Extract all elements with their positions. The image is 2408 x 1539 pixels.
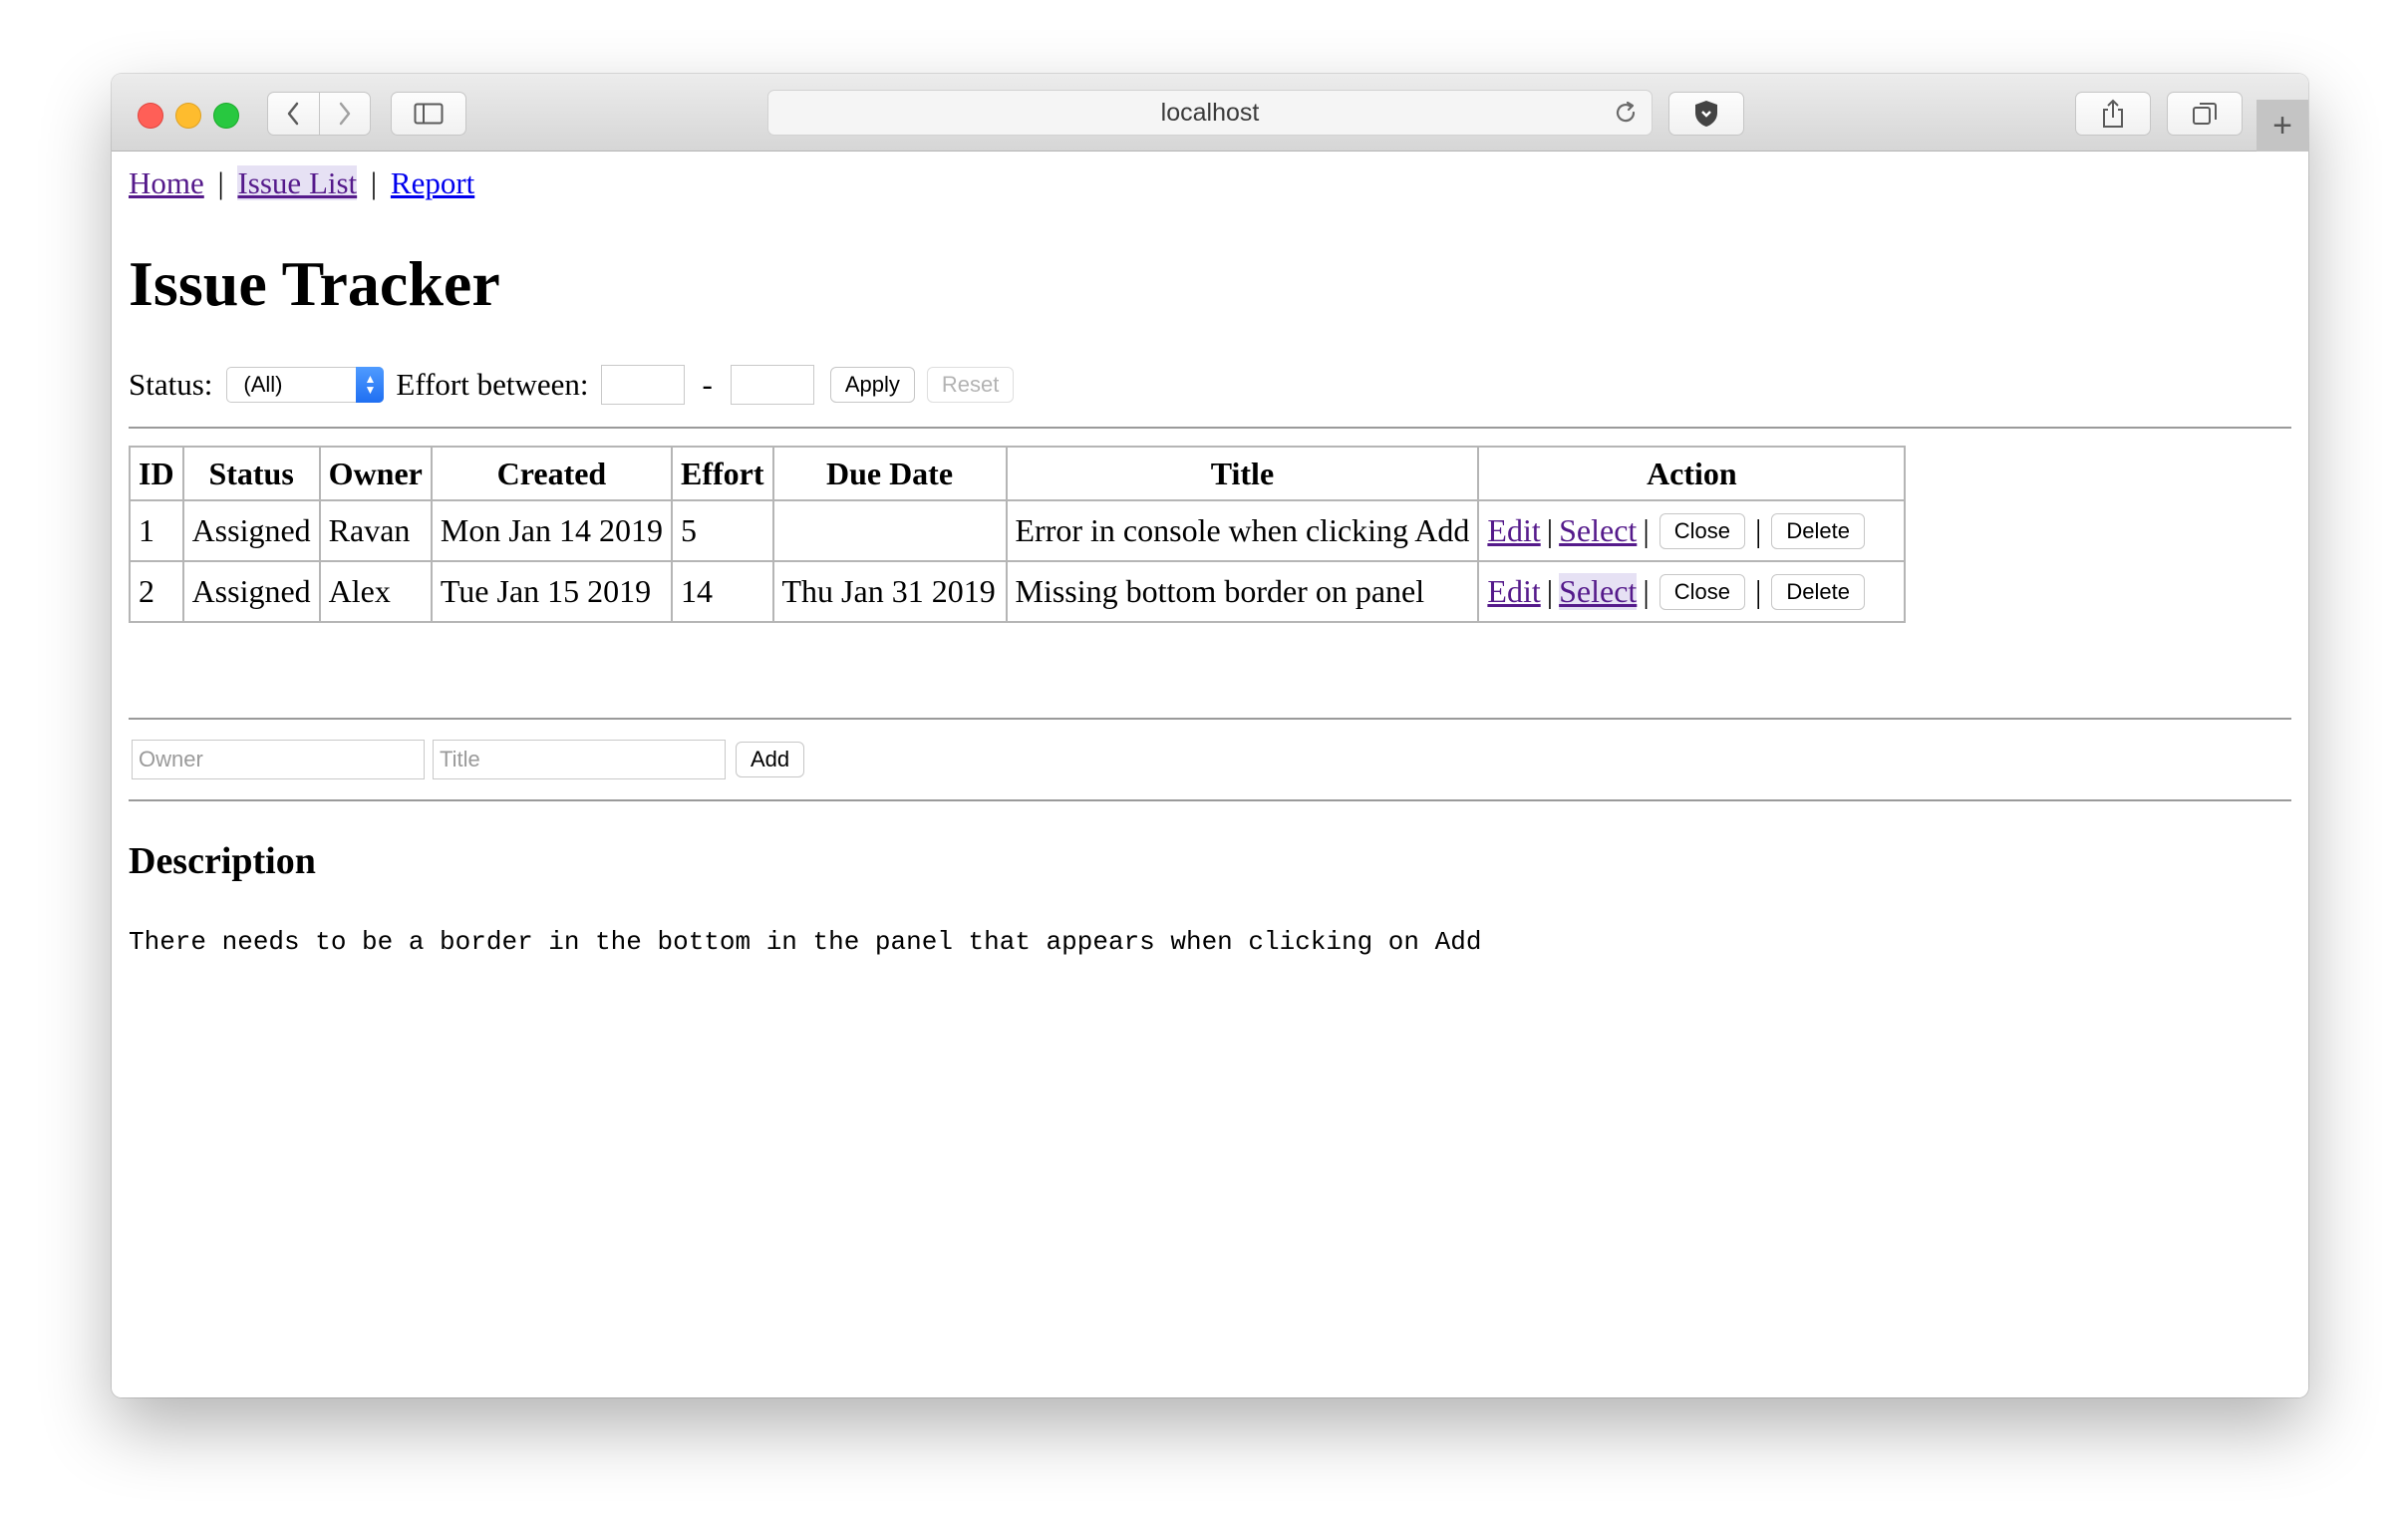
reload-icon	[1616, 101, 1636, 123]
zoom-window-button[interactable]	[213, 103, 239, 129]
forward-button[interactable]	[319, 93, 370, 135]
issue-table: ID Status Owner Created Effort Due Date …	[129, 446, 1907, 623]
chevron-left-icon	[288, 102, 299, 126]
action-separator: |	[1754, 512, 1762, 548]
browser-toolbar: localhost +	[112, 74, 2308, 152]
issue-filter: Status: (All) ▲ ▼ Effort between: - Apply…	[129, 361, 1015, 409]
action-separator: |	[1643, 573, 1650, 609]
description-text: There needs to be a border in the bottom…	[129, 927, 1482, 957]
column-header: Owner	[318, 446, 433, 501]
cell-due-date: Thu Jan 31 2019	[771, 560, 1008, 623]
back-button[interactable]	[268, 93, 319, 135]
add-button[interactable]: Add	[736, 742, 805, 777]
cell-actions: Edit | Select | Close | Delete	[1477, 499, 1907, 562]
nav-separator: |	[217, 165, 224, 200]
minimize-window-button[interactable]	[175, 103, 201, 129]
effort-label: Effort between:	[396, 367, 589, 402]
cell-effort: 14	[670, 560, 774, 623]
table-row: 2 Assigned Alex Tue Jan 15 2019 14 Thu J…	[129, 560, 1907, 623]
cell-id: 2	[129, 560, 184, 623]
cell-created: Mon Jan 14 2019	[430, 499, 673, 562]
cell-due-date	[771, 499, 1008, 562]
select-link[interactable]: Select	[1559, 573, 1638, 610]
action-separator: |	[1643, 512, 1650, 548]
range-dash: -	[702, 367, 713, 402]
edit-link[interactable]: Edit	[1487, 573, 1540, 610]
share-icon	[2103, 99, 2123, 128]
page-title: Issue Tracker	[129, 248, 500, 319]
nav-link-issue-list[interactable]: Issue List	[237, 165, 358, 200]
column-header: Action	[1477, 446, 1907, 501]
nav-separator: |	[370, 165, 378, 200]
column-header: ID	[129, 446, 184, 501]
sidebar-icon	[414, 103, 444, 125]
tabs-icon	[2193, 103, 2217, 125]
new-tab-button[interactable]: +	[2257, 100, 2308, 152]
browser-window: localhost + Home | Issue List | Report I…	[112, 74, 2308, 1397]
cell-status: Assigned	[181, 499, 321, 562]
chevron-right-icon	[339, 102, 350, 126]
sidebar-toggle-button[interactable]	[391, 92, 466, 136]
effort-min-input[interactable]	[600, 365, 685, 405]
issue-add-form: Owner Title Add	[132, 740, 805, 779]
column-header: Title	[1005, 446, 1480, 501]
table-row: 1 Assigned Ravan Mon Jan 14 2019 5 Error…	[129, 499, 1907, 562]
cell-owner: Ravan	[318, 499, 433, 562]
status-select[interactable]: (All) ▲ ▼	[226, 367, 385, 403]
cell-id: 1	[129, 499, 184, 562]
column-header: Status	[181, 446, 321, 501]
table-header-row: ID Status Owner Created Effort Due Date …	[129, 446, 1907, 501]
effort-max-input[interactable]	[730, 365, 814, 405]
cell-status: Assigned	[181, 560, 321, 623]
description-heading: Description	[129, 840, 316, 882]
edit-link[interactable]: Edit	[1487, 512, 1540, 549]
plus-icon: +	[2272, 106, 2292, 145]
close-window-button[interactable]	[138, 103, 163, 129]
status-select-value: (All)	[243, 372, 283, 397]
column-header: Effort	[670, 446, 774, 501]
url-text: localhost	[1160, 98, 1260, 127]
cell-effort: 5	[670, 499, 774, 562]
top-nav: Home | Issue List | Report	[129, 165, 474, 201]
status-label: Status:	[129, 367, 213, 402]
cell-title: Error in console when clicking Add	[1005, 499, 1480, 562]
select-arrows-icon: ▲ ▼	[356, 367, 385, 403]
column-header: Due Date	[771, 446, 1008, 501]
cell-title: Missing bottom border on panel	[1005, 560, 1480, 623]
shield-icon	[1695, 101, 1717, 127]
cell-created: Tue Jan 15 2019	[430, 560, 673, 623]
action-separator: |	[1754, 573, 1762, 609]
apply-button[interactable]: Apply	[829, 367, 915, 403]
action-separator: |	[1546, 512, 1554, 548]
cell-actions: Edit | Select | Close | Delete	[1477, 560, 1907, 623]
history-nav	[267, 92, 371, 136]
reload-button[interactable]	[1612, 99, 1640, 134]
close-issue-button[interactable]: Close	[1658, 573, 1745, 610]
delete-issue-button[interactable]: Delete	[1771, 573, 1865, 610]
close-issue-button[interactable]: Close	[1658, 512, 1745, 549]
action-separator: |	[1546, 573, 1554, 609]
cell-owner: Alex	[318, 560, 433, 623]
owner-input[interactable]: Owner	[132, 740, 425, 779]
divider	[129, 718, 2291, 720]
column-header: Created	[430, 446, 673, 501]
title-input[interactable]: Title	[433, 740, 726, 779]
delete-issue-button[interactable]: Delete	[1771, 512, 1865, 549]
share-button[interactable]	[2075, 92, 2151, 136]
nav-link-home[interactable]: Home	[129, 165, 204, 200]
tab-overview-button[interactable]	[2167, 92, 2243, 136]
address-bar[interactable]: localhost	[767, 90, 1653, 136]
nav-link-report[interactable]: Report	[391, 165, 474, 200]
divider	[129, 427, 2291, 429]
select-link[interactable]: Select	[1559, 512, 1637, 549]
divider	[129, 799, 2291, 801]
reset-button[interactable]: Reset	[926, 367, 1015, 403]
extension-button[interactable]	[1668, 92, 1744, 136]
page-content: Home | Issue List | Report Issue Tracker…	[112, 152, 2308, 1397]
